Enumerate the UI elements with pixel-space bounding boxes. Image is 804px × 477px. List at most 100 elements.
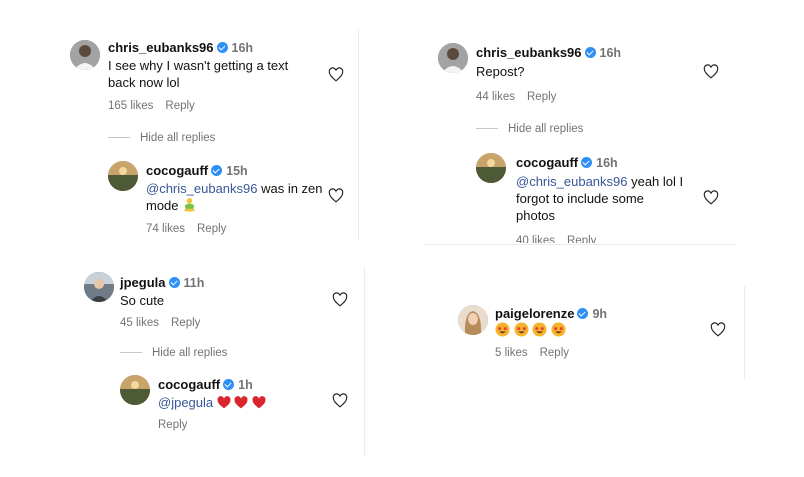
avatar[interactable] <box>458 305 488 335</box>
comment-text: Repost? <box>476 64 525 79</box>
reply-text-segment: was in zen <box>257 181 323 196</box>
likes-count[interactable]: 44 likes <box>476 91 515 103</box>
hide-replies-button[interactable]: Hide all replies <box>476 123 583 135</box>
heart-outline-icon[interactable] <box>332 292 348 307</box>
likes-count[interactable]: 74 likes <box>146 223 185 235</box>
heart-outline-icon[interactable] <box>328 188 344 203</box>
panel2-bottom-border <box>424 244 736 245</box>
comment-text-line: I see why I wasn't getting a text <box>108 58 289 73</box>
reply-text: @jpegula <box>158 394 266 413</box>
username-link[interactable]: jpegula <box>120 275 166 290</box>
reply-header: cocogauff 15h <box>146 163 248 178</box>
avatar[interactable] <box>84 272 114 302</box>
heart-outline-icon[interactable] <box>703 64 719 79</box>
verified-badge-icon <box>216 42 228 53</box>
hide-replies-button[interactable]: Hide all replies <box>120 347 227 359</box>
star-struck-emoji <box>495 322 510 341</box>
likes-count[interactable]: 45 likes <box>120 317 159 329</box>
reply-text-line: photos <box>516 208 556 223</box>
reply-header: cocogauff 16h <box>516 155 618 170</box>
verified-badge-icon <box>584 47 596 58</box>
timestamp: 16h <box>596 156 618 170</box>
comment-header: chris_eubanks96 16h <box>476 45 621 60</box>
reply-text-line: forgot to include some <box>516 191 644 206</box>
timestamp: 16h <box>599 46 622 60</box>
timestamp: 15h <box>226 164 248 178</box>
reply-button[interactable]: Reply <box>197 223 226 235</box>
panel4-right-border <box>744 286 745 380</box>
reply-button[interactable]: Reply <box>540 347 569 359</box>
heart-outline-icon[interactable] <box>328 67 344 82</box>
avatar[interactable] <box>476 153 506 183</box>
avatar[interactable] <box>438 43 468 73</box>
hide-replies-line <box>476 128 498 130</box>
reply-button[interactable]: Reply <box>567 235 596 243</box>
likes-count[interactable]: 5 likes <box>495 347 528 359</box>
hide-replies-line <box>108 137 130 139</box>
reply-button[interactable]: Reply <box>527 91 556 103</box>
reply-meta: Reply <box>158 419 187 431</box>
heart-outline-icon[interactable] <box>332 393 348 408</box>
hide-replies-label: Hide all replies <box>508 123 584 135</box>
red-heart-emoji <box>217 396 231 413</box>
verified-badge-icon <box>577 308 589 319</box>
comment-panel-1: chris_eubanks96 16h I see why I wasn't ge… <box>60 30 358 240</box>
avatar[interactable] <box>70 40 100 70</box>
verified-badge-icon <box>223 379 235 390</box>
avatar-chris-image <box>438 43 468 73</box>
star-struck-emoji <box>551 322 566 341</box>
comment-header: paigelorenze 9h <box>495 306 607 321</box>
star-struck-emoji <box>514 322 529 341</box>
reply-text-segment: mode <box>146 198 179 213</box>
avatar-chris-image <box>70 40 100 70</box>
comment-text <box>495 322 566 341</box>
username-link[interactable]: cocogauff <box>158 377 220 392</box>
comment-meta: 45 likes Reply <box>120 317 200 329</box>
hide-replies-label: Hide all replies <box>140 132 216 144</box>
reply-meta: 40 likes Reply <box>516 234 596 243</box>
red-heart-emoji <box>252 396 266 413</box>
hide-replies-label: Hide all replies <box>152 347 228 359</box>
timestamp: 1h <box>238 378 253 392</box>
comment-panel-2: chris_eubanks96 16h Repost? 44 likes Reply… <box>428 33 734 243</box>
comment-text: I see why I wasn't getting a text back n… <box>108 57 288 91</box>
likes-count[interactable]: 40 likes <box>516 235 555 243</box>
comment-panel-3: jpegula 11h So cute 45 likes Reply Hide al… <box>74 264 364 454</box>
verified-badge-icon <box>581 157 593 168</box>
reply-header: cocogauff 1h <box>158 377 253 392</box>
avatar-coco-image <box>120 375 150 405</box>
timestamp: 16h <box>231 41 254 55</box>
hide-replies-button[interactable]: Hide all replies <box>108 132 215 144</box>
heart-outline-icon[interactable] <box>710 322 726 337</box>
username-link[interactable]: chris_eubanks96 <box>108 40 214 55</box>
mention-link[interactable]: @chris_eubanks96 <box>146 181 257 196</box>
username-link[interactable]: paigelorenze <box>495 306 574 321</box>
avatar-coco-image <box>108 161 138 191</box>
reply-button[interactable]: Reply <box>171 317 200 329</box>
reply-text-segment: yeah lol I <box>627 174 684 189</box>
comment-text-line: back now lol <box>108 75 180 90</box>
username-link[interactable]: cocogauff <box>516 155 578 170</box>
avatar[interactable] <box>120 375 150 405</box>
panel3-right-border <box>364 266 365 456</box>
reply-text: @chris_eubanks96 yeah lol I forgot to in… <box>516 173 706 224</box>
panel1-right-border <box>358 30 359 240</box>
verified-badge-icon <box>168 277 180 288</box>
username-link[interactable]: chris_eubanks96 <box>476 45 582 60</box>
comment-header: chris_eubanks96 16h <box>108 40 253 55</box>
reply-text-line: @chris_eubanks96 yeah lol I <box>516 173 706 190</box>
star-struck-emoji <box>532 322 547 341</box>
heart-outline-icon[interactable] <box>703 190 719 205</box>
timestamp: 11h <box>183 276 205 290</box>
avatar-paige-image <box>458 305 488 335</box>
likes-count[interactable]: 165 likes <box>108 100 153 112</box>
username-link[interactable]: cocogauff <box>146 163 208 178</box>
reply-text-line: @chris_eubanks96 was in zen <box>146 180 326 197</box>
red-heart-emoji <box>234 396 248 413</box>
avatar[interactable] <box>108 161 138 191</box>
reply-button[interactable]: Reply <box>165 100 194 112</box>
mention-link[interactable]: @jpegula <box>158 395 213 410</box>
reply-button[interactable]: Reply <box>158 419 187 431</box>
mention-link[interactable]: @chris_eubanks96 <box>516 174 627 189</box>
comment-panel-4: paigelorenze 9h 5 likes Reply <box>448 290 742 378</box>
